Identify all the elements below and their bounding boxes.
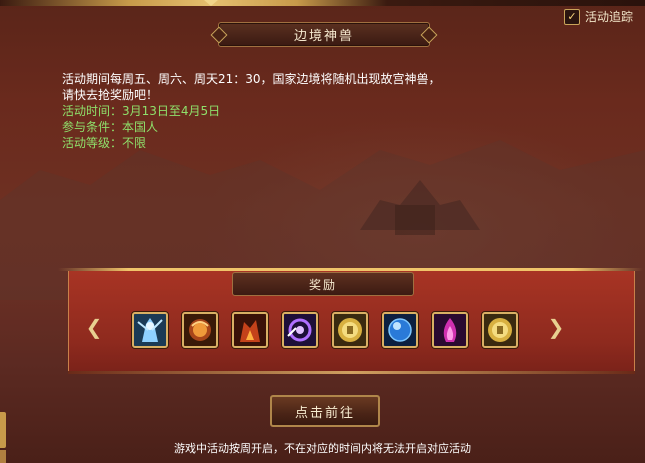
side-tab[interactable] <box>0 412 6 448</box>
page-title: 边境神兽 <box>293 29 354 44</box>
reward-item-magenta-flame-icon[interactable] <box>432 312 468 348</box>
reward-item-fire-orb-icon[interactable] <box>182 312 218 348</box>
top-border <box>0 0 645 6</box>
side-tab-lower[interactable] <box>0 450 6 463</box>
rewards-bottom-border <box>68 371 635 374</box>
go-button-label: 点击前往 <box>294 405 355 421</box>
activity-track-toggle[interactable]: ✓ 活动追踪 <box>563 8 633 25</box>
notice-text: 游戏中活动按周开启，不在对应的时间内将无法开启对应活动 <box>174 442 471 455</box>
reward-item-ice-warrior-icon[interactable] <box>132 312 168 348</box>
description-line-1: 活动期间每周五、周六、周天21：30，国家边境将随机出现故宫神兽， <box>62 72 441 86</box>
reward-items <box>132 312 518 348</box>
reward-item-blue-crystal-orb-icon[interactable] <box>382 312 418 348</box>
description-line-2: 请快去抢奖励吧！ <box>62 88 159 102</box>
track-checkbox[interactable]: ✓ <box>563 8 580 25</box>
scroll-right-arrow-icon[interactable]: ❯ <box>544 315 568 339</box>
reward-item-flame-armor-icon[interactable] <box>232 312 268 348</box>
track-label: 活动追踪 <box>584 10 633 24</box>
reward-item-purple-vortex-icon[interactable] <box>282 312 318 348</box>
reward-item-gold-coin-icon[interactable] <box>332 312 368 348</box>
reward-item-gold-coin-icon[interactable] <box>482 312 518 348</box>
rewards-title: 奖励 <box>308 277 337 292</box>
landscape-backdrop <box>0 140 645 300</box>
activity-description: 活动期间每周五、周六、周天21：30，国家边境将随机出现故宫神兽， 请快去抢奖励… <box>62 71 582 151</box>
top-notch <box>204 0 218 6</box>
scroll-left-arrow-icon[interactable]: ❮ <box>82 315 106 339</box>
rewards-header: 奖励 <box>232 272 414 296</box>
activity-level: 活动等级：不限 <box>62 136 147 150</box>
participation-condition: 参与条件：本国人 <box>62 120 159 134</box>
activity-time: 活动时间：3月13日至4月5日 <box>62 104 221 118</box>
title-bar: 边境神兽 <box>210 22 438 47</box>
go-button[interactable]: 点击前往 <box>270 395 380 427</box>
